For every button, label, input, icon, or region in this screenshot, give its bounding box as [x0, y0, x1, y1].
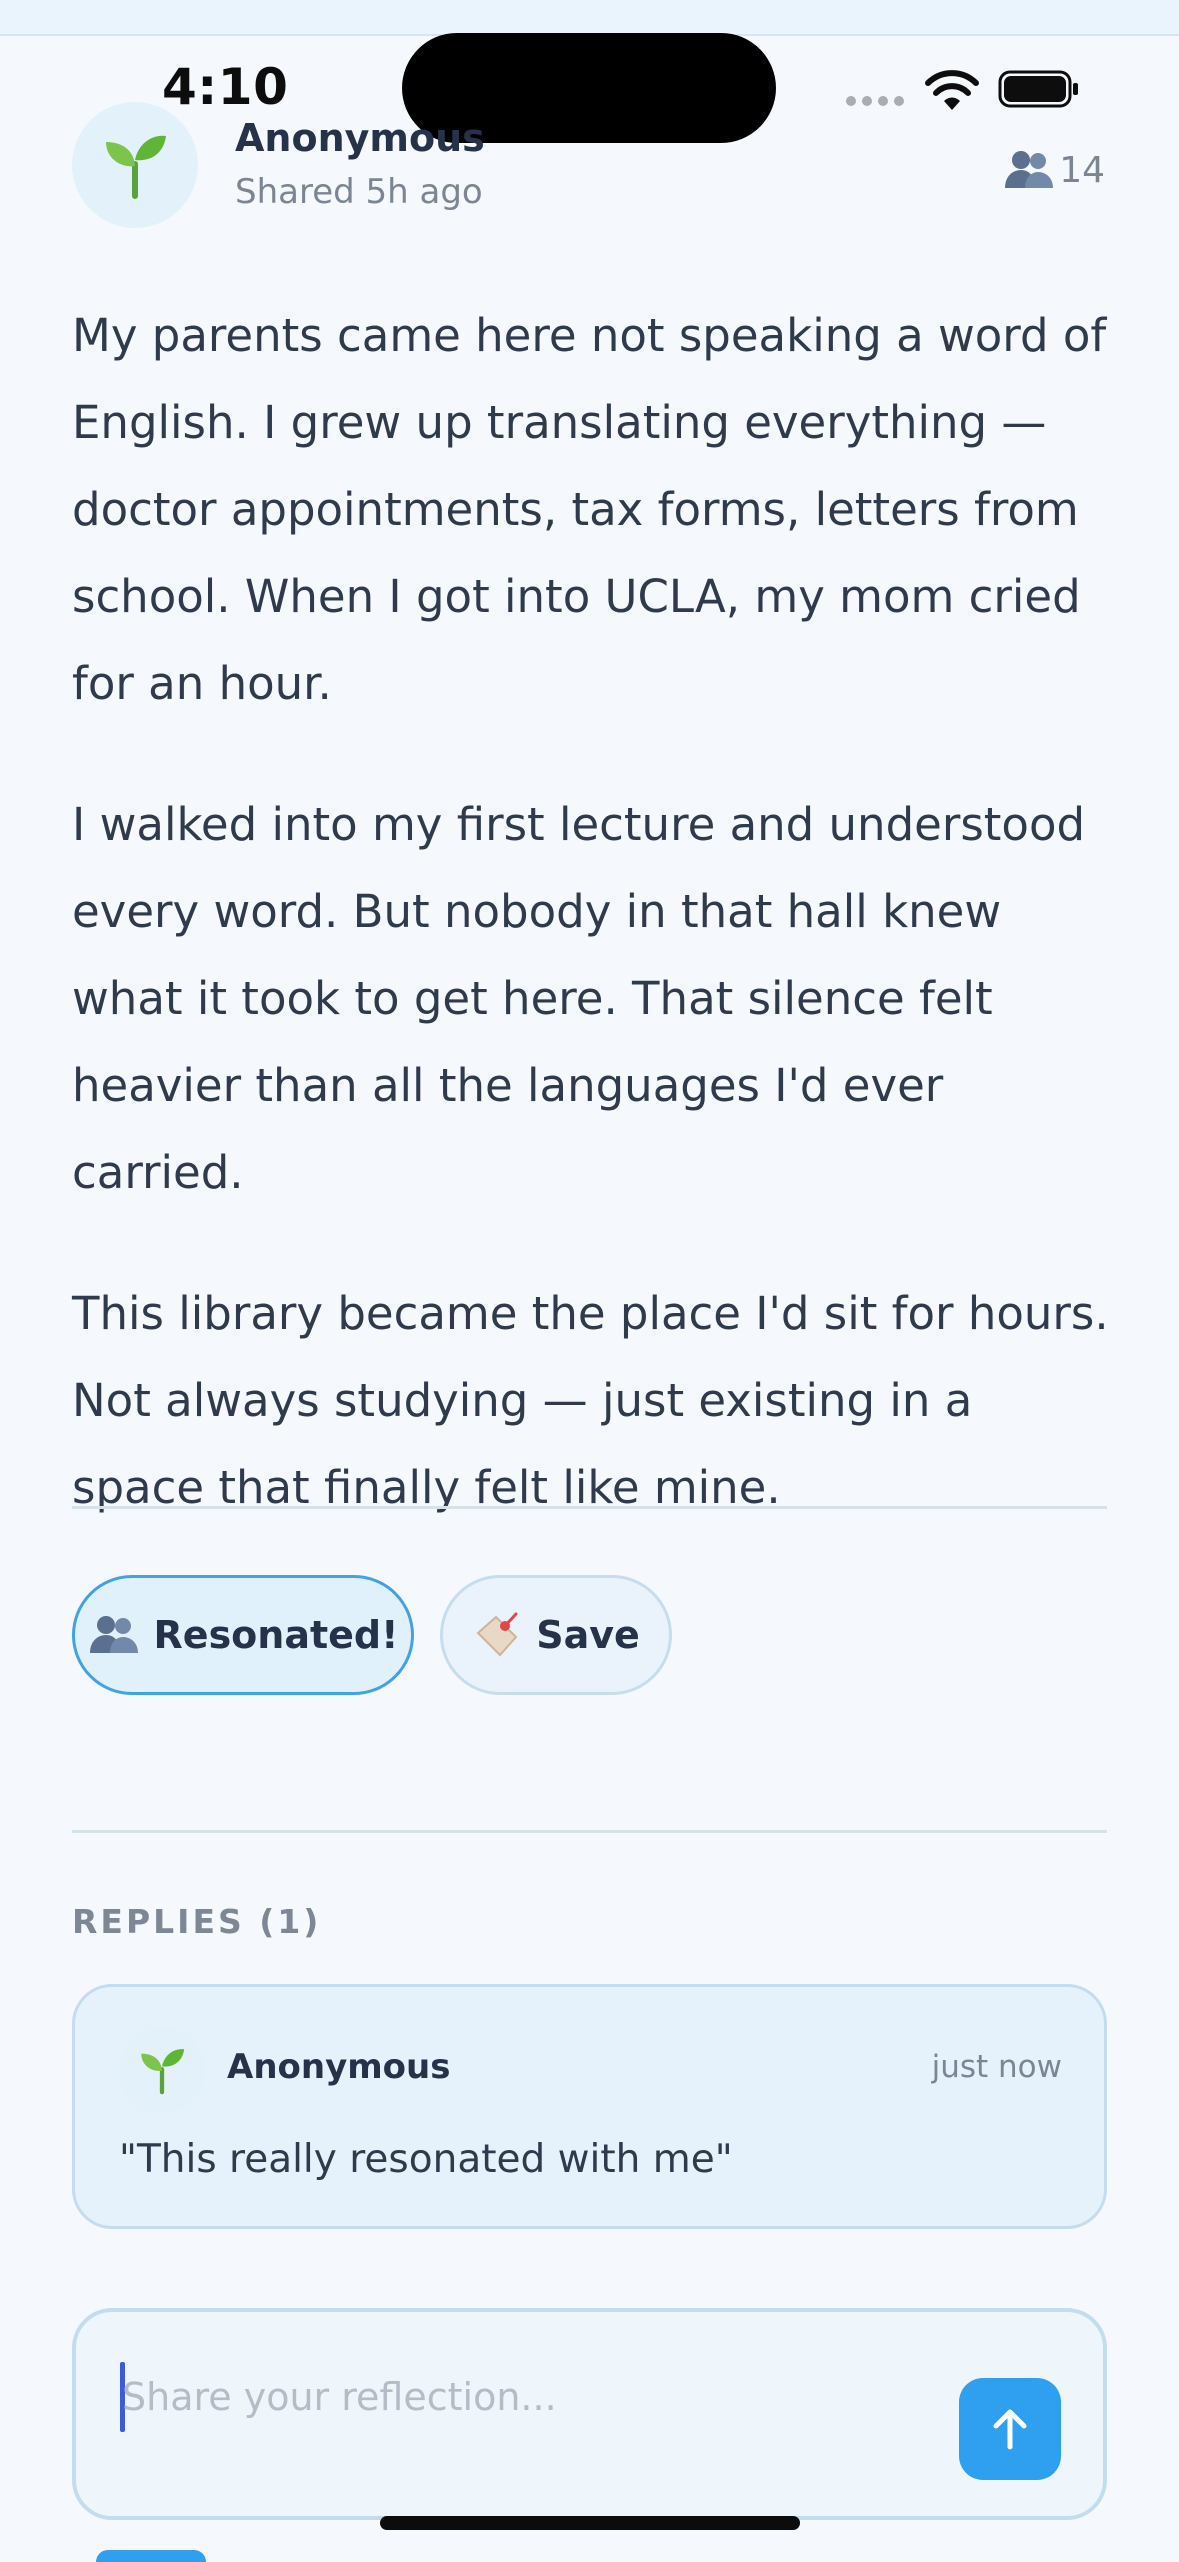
resonate-count: 14 [1003, 148, 1105, 192]
people-silhouettes-icon [89, 1616, 138, 1653]
shared-timestamp: Shared 5h ago [235, 172, 483, 212]
reply-timestamp: just now [931, 2049, 1062, 2085]
bookmark-tag-icon [476, 1612, 518, 1657]
divider [72, 1830, 1107, 1833]
battery-icon [998, 70, 1078, 108]
post-paragraph: I walked into my first lecture and under… [72, 798, 1086, 1199]
resonated-label: Resonated! [153, 1613, 399, 1657]
author-avatar [72, 102, 198, 228]
cellular-signal-icon [846, 96, 906, 106]
reply-avatar [119, 2027, 205, 2113]
arrow-up-icon [993, 2409, 1027, 2450]
seedling-icon [106, 135, 166, 199]
reply-text: "This really resonated with me" [119, 2137, 733, 2182]
save-label: Save [536, 1613, 640, 1657]
wifi-icon [925, 70, 979, 110]
status-time: 4:10 [162, 58, 289, 116]
divider [72, 1506, 1107, 1509]
home-indicator [380, 2516, 800, 2530]
resonated-button[interactable]: Resonated! [72, 1575, 414, 1695]
top-strip [0, 0, 1179, 36]
partial-button-edge [96, 2550, 206, 2562]
reply-composer [72, 2308, 1107, 2520]
post-paragraph: This library became the place I'd sit fo… [72, 1287, 1109, 1514]
post-body: My parents came here not speaking a word… [72, 292, 1112, 1585]
reply-author: Anonymous [227, 2047, 451, 2087]
send-button[interactable] [959, 2378, 1061, 2480]
resonate-count-value: 14 [1059, 149, 1105, 191]
reflection-input[interactable] [122, 2362, 922, 2432]
people-silhouettes-icon [1005, 151, 1054, 188]
reply-card: Anonymous just now "This really resonate… [72, 1984, 1107, 2229]
author-name: Anonymous [235, 116, 485, 160]
replies-heading: REPLIES (1) [72, 1902, 322, 1941]
save-button[interactable]: Save [440, 1575, 672, 1695]
post-paragraph: My parents came here not speaking a word… [72, 309, 1107, 710]
seedling-icon [141, 2049, 185, 2095]
